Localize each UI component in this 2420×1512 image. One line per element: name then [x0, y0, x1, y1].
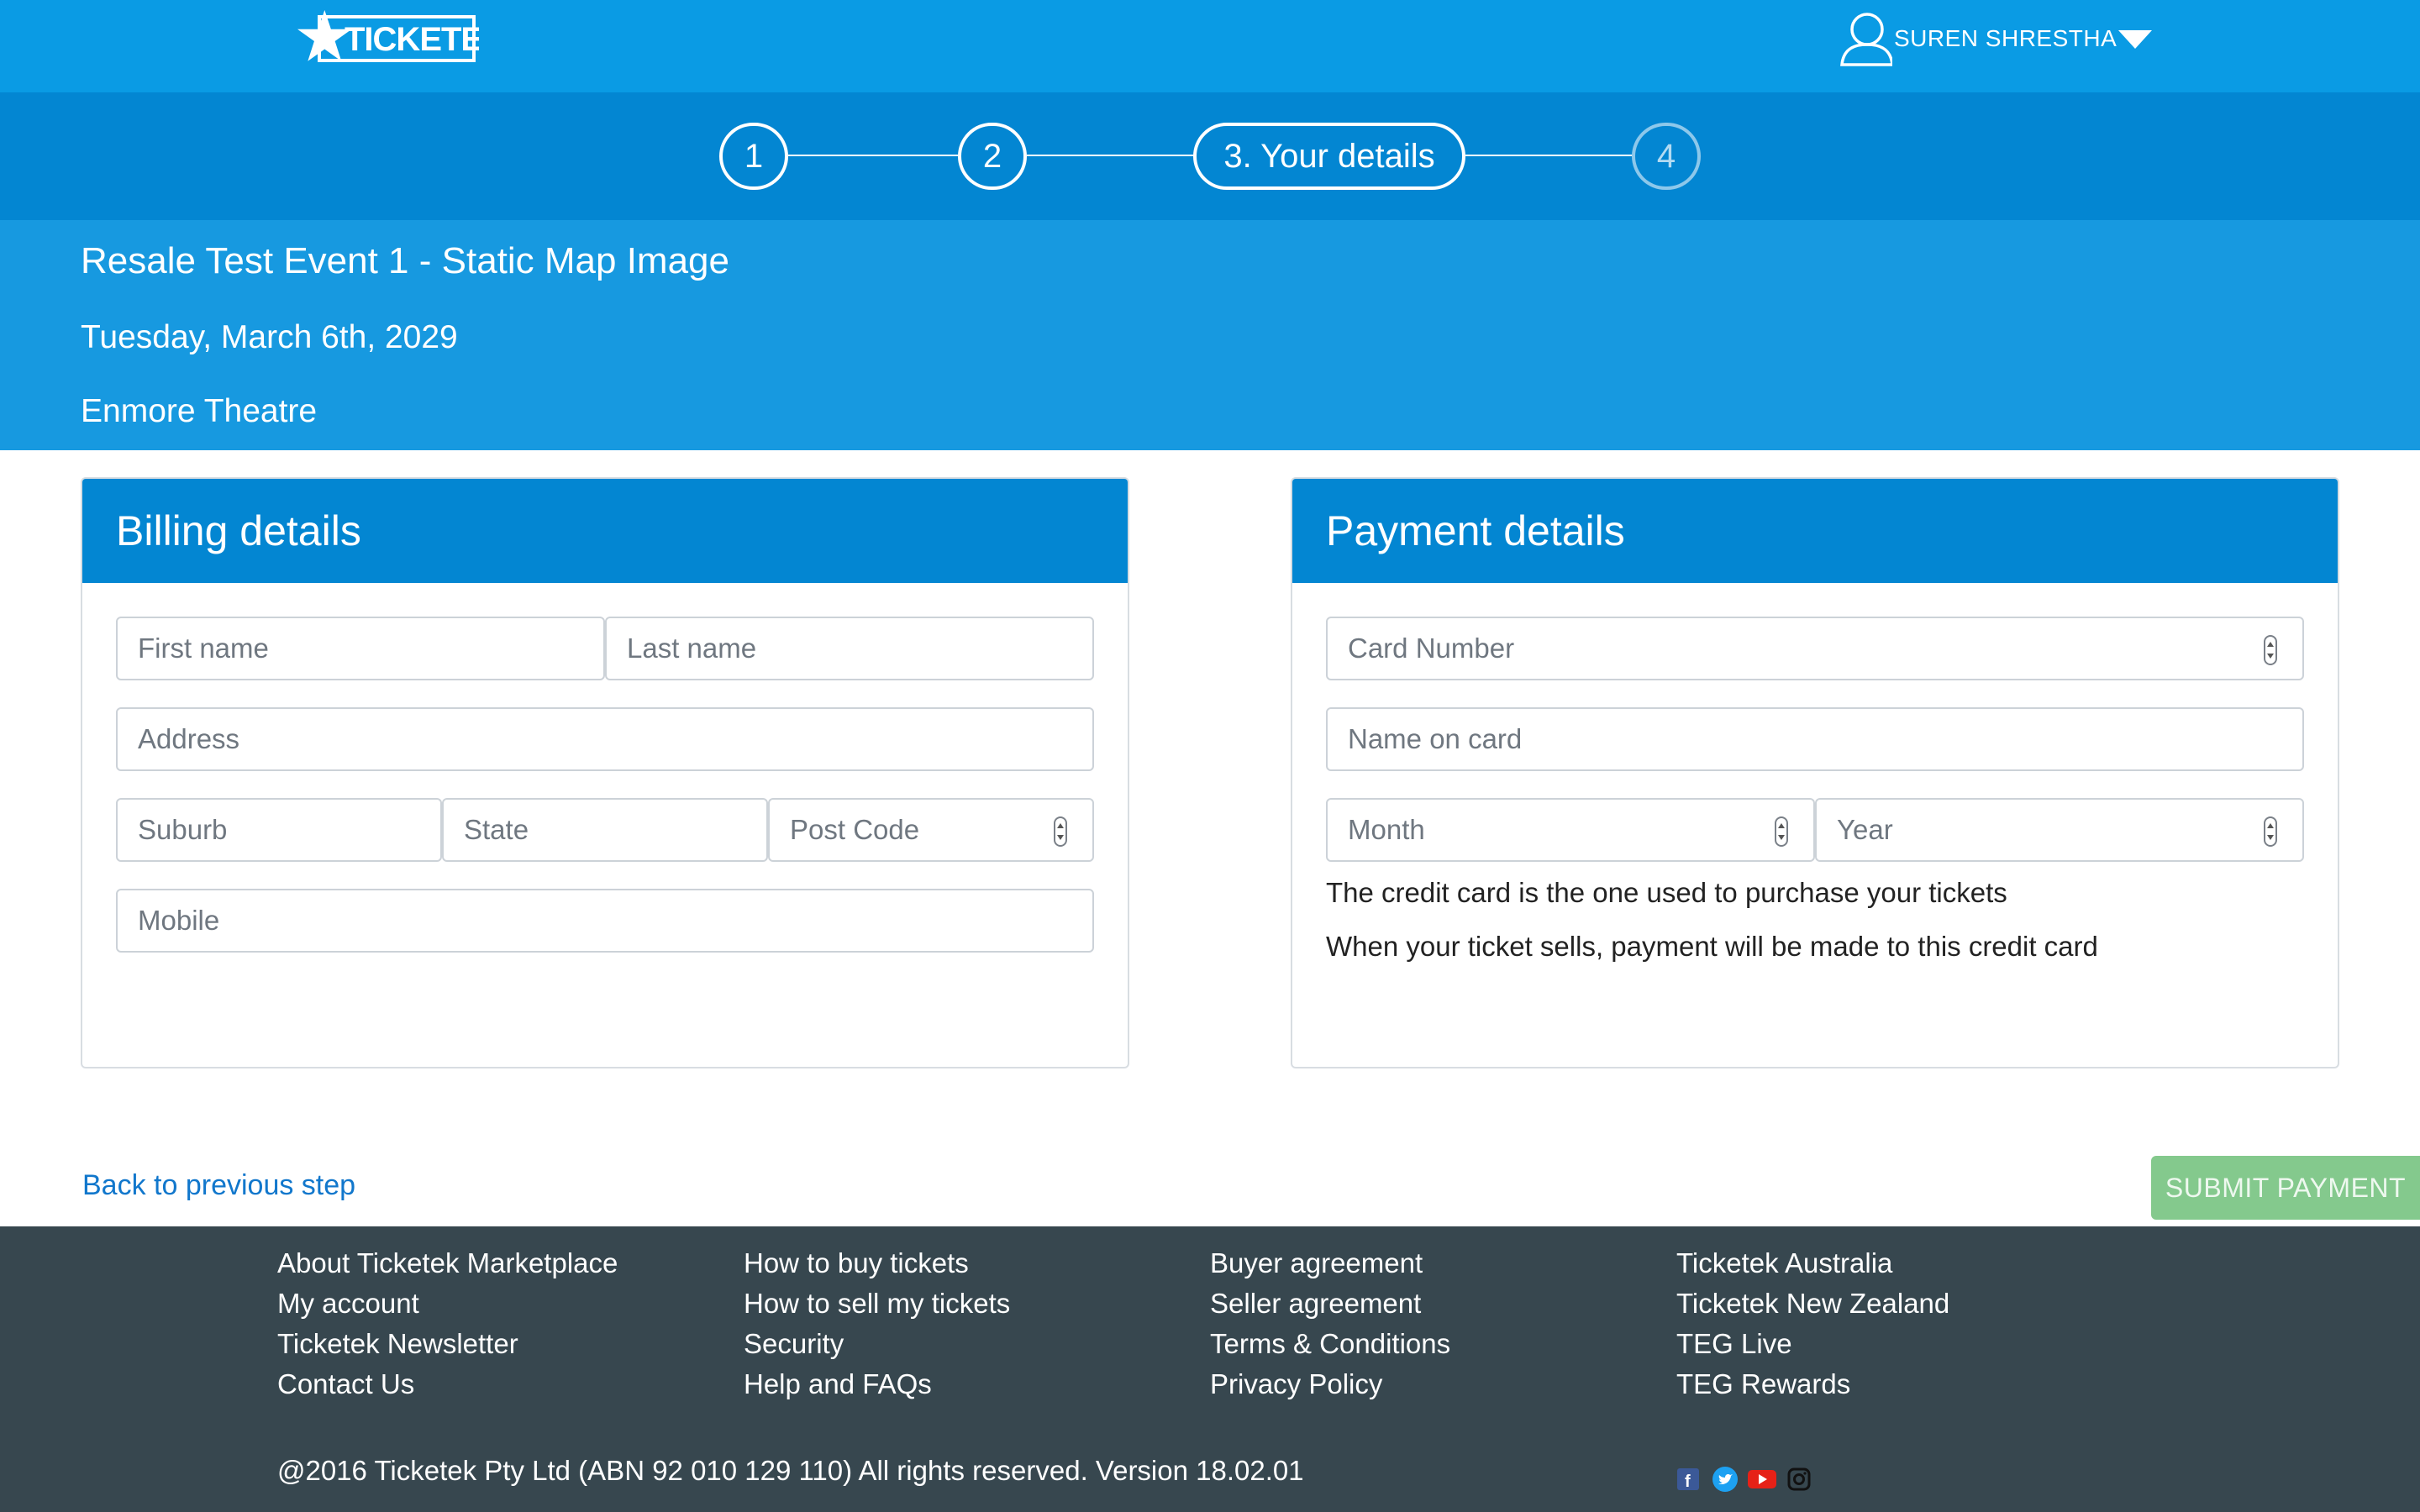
facebook-icon[interactable]: f — [1674, 1465, 1702, 1494]
youtube-icon[interactable] — [1748, 1465, 1776, 1494]
footer-link[interactable]: How to sell my tickets — [744, 1284, 1010, 1324]
user-name[interactable]: SUREN SHRESTHA — [1894, 25, 2117, 52]
name-on-card-input[interactable]: Name on card — [1326, 707, 2304, 771]
footer-column-4: Ticketek Australia Ticketek New Zealand … — [1676, 1243, 1949, 1404]
year-select[interactable]: Year — [1815, 798, 2304, 862]
footer-link[interactable]: Seller agreement — [1210, 1284, 1450, 1324]
address-input[interactable]: Address — [116, 707, 1094, 771]
footer-link[interactable]: Contact Us — [277, 1364, 618, 1404]
state-input[interactable]: State — [442, 798, 768, 862]
submit-payment-button[interactable]: SUBMIT PAYMENT — [2151, 1156, 2420, 1220]
footer-link[interactable]: TEG Live — [1676, 1324, 1949, 1364]
step-3-current: 3. Your details — [1193, 123, 1465, 190]
footer-link[interactable]: Ticketek Newsletter — [277, 1324, 618, 1364]
step-2[interactable]: 2 — [958, 123, 1027, 190]
copyright-text: @2016 Ticketek Pty Ltd (ABN 92 010 129 1… — [277, 1455, 1304, 1486]
payment-note-1: The credit card is the one used to purch… — [1326, 877, 2007, 908]
suburb-input[interactable]: Suburb — [116, 798, 442, 862]
footer-link[interactable]: My account — [277, 1284, 618, 1324]
user-icon — [1840, 13, 1892, 66]
footer-link[interactable]: Privacy Policy — [1210, 1364, 1450, 1404]
year-placeholder: Year — [1837, 814, 1893, 845]
footer-link[interactable]: Ticketek Australia — [1676, 1243, 1949, 1284]
billing-panel: Billing details First name Last name Add… — [81, 477, 1129, 1068]
first-name-input[interactable]: First name — [116, 617, 605, 680]
footer-link[interactable]: Ticketek New Zealand — [1676, 1284, 1949, 1324]
user-menu[interactable]: SUREN SHRESTHA — [1837, 8, 2153, 69]
postcode-input[interactable]: Post Code — [768, 798, 1094, 862]
payment-panel: Payment details Card Number Name on card… — [1291, 477, 2339, 1068]
footer-column-3: Buyer agreement Seller agreement Terms &… — [1210, 1243, 1450, 1404]
stepper-icon[interactable] — [2264, 816, 2277, 847]
instagram-icon[interactable] — [1785, 1465, 1813, 1494]
back-to-previous-step-link[interactable]: Back to previous step — [82, 1169, 355, 1202]
event-info: Resale Test Event 1 - Static Map Image T… — [0, 220, 2420, 450]
event-date: Tuesday, March 6th, 2029 — [81, 319, 458, 355]
footer: About Ticketek Marketplace My account Ti… — [0, 1226, 2420, 1512]
stepper-icon[interactable] — [2264, 635, 2277, 665]
month-select[interactable]: Month — [1326, 798, 1815, 862]
footer-column-2: How to buy tickets How to sell my ticket… — [744, 1243, 1010, 1404]
card-number-placeholder: Card Number — [1348, 633, 1515, 664]
footer-link[interactable]: TEG Rewards — [1676, 1364, 1949, 1404]
payment-note-2: When your ticket sells, payment will be … — [1326, 931, 2098, 962]
checkout-steps: 1 2 3. Your details 4 — [0, 92, 2420, 220]
footer-link[interactable]: How to buy tickets — [744, 1243, 1010, 1284]
top-header: TICKETEK SUREN SHRESTHA — [0, 0, 2420, 92]
month-placeholder: Month — [1348, 814, 1425, 845]
billing-title: Billing details — [82, 479, 1128, 583]
footer-link[interactable]: About Ticketek Marketplace — [277, 1243, 618, 1284]
twitter-icon[interactable] — [1711, 1465, 1739, 1494]
stepper-icon[interactable] — [1775, 816, 1788, 847]
step-connector — [1027, 155, 1195, 156]
payment-title: Payment details — [1292, 479, 2338, 583]
postcode-placeholder: Post Code — [790, 814, 920, 845]
svg-text:f: f — [1685, 1473, 1691, 1490]
footer-link[interactable]: Buyer agreement — [1210, 1243, 1450, 1284]
footer-link[interactable]: Terms & Conditions — [1210, 1324, 1450, 1364]
ticketek-logo[interactable]: TICKETEK — [296, 2, 479, 76]
footer-link[interactable]: Help and FAQs — [744, 1364, 1010, 1404]
social-links: f — [1674, 1465, 1813, 1494]
event-title: Resale Test Event 1 - Static Map Image — [81, 240, 729, 281]
footer-link[interactable]: Security — [744, 1324, 1010, 1364]
footer-column-1: About Ticketek Marketplace My account Ti… — [277, 1243, 618, 1404]
last-name-input[interactable]: Last name — [605, 617, 1094, 680]
event-venue: Enmore Theatre — [81, 393, 318, 429]
step-4: 4 — [1632, 123, 1701, 190]
step-connector — [1465, 155, 1634, 156]
step-connector — [788, 155, 958, 156]
card-number-input[interactable]: Card Number — [1326, 617, 2304, 680]
logo-text: TICKETEK — [345, 21, 479, 58]
chevron-down-icon[interactable] — [2118, 30, 2153, 49]
step-1[interactable]: 1 — [719, 123, 788, 190]
mobile-input[interactable]: Mobile — [116, 889, 1094, 953]
stepper-icon[interactable] — [1054, 816, 1067, 847]
